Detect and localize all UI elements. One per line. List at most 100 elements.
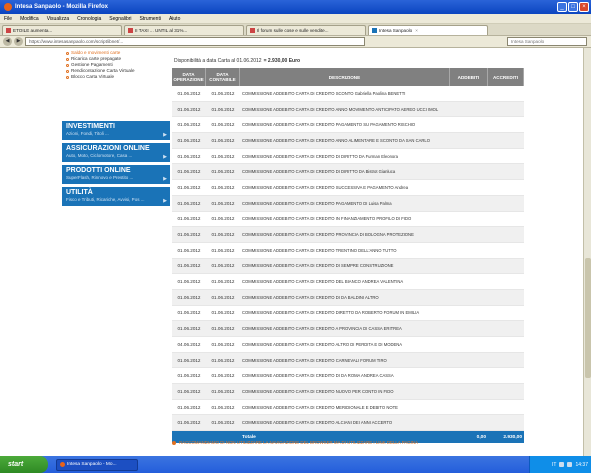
arrow-icon: ▶ xyxy=(163,176,167,182)
cell-accrediti xyxy=(488,196,524,211)
back-button[interactable]: ◀ xyxy=(3,37,12,46)
cell-accrediti xyxy=(488,306,524,321)
menu-tools[interactable]: Strumenti xyxy=(140,16,161,22)
close-button[interactable]: × xyxy=(579,2,589,12)
table-row: 01.06.2012 01.06.2012 COMMISSIONE ADDEBITO… xyxy=(172,368,524,385)
cell-addebiti xyxy=(450,384,488,399)
cell-addebiti xyxy=(450,368,488,383)
page-content: Saldo e movimenti carte Ricarica carte p… xyxy=(0,48,591,456)
table-row: 01.06.2012 01.06.2012 COMMISSIONE ADDEBITO… xyxy=(172,133,524,149)
tab-label: II TAXI ... UNTIL al 31%... xyxy=(135,27,188,33)
cell-addebiti xyxy=(450,117,488,132)
arrow-icon: ▶ xyxy=(163,132,167,138)
menu-box-title: ASSICURAZIONI ONLINE xyxy=(66,145,150,152)
network-icon[interactable] xyxy=(559,462,565,467)
cell-accrediti xyxy=(488,149,524,164)
bullet-icon xyxy=(66,75,69,79)
col-descrizione[interactable]: DESCRIZIONE xyxy=(240,68,450,86)
subnav-item[interactable]: Blocco Carta Virtuale xyxy=(66,74,166,80)
menu-box-subtitle: Auto, Moto, Ciclomotore, Casa ... xyxy=(66,153,133,158)
cell-data-operazione: 01.06.2012 xyxy=(177,279,201,285)
cell-accrediti xyxy=(488,164,524,179)
firefox-icon xyxy=(4,3,12,11)
cell-data-operazione: 01.06.2012 xyxy=(177,373,201,379)
close-tab-icon[interactable]: × xyxy=(415,28,418,33)
table-row: 04.06.2012 01.06.2012 COMMISSIONE ADDEBITO… xyxy=(172,337,524,353)
col-addebiti[interactable]: ADDEBITI xyxy=(450,68,488,86)
volume-icon[interactable] xyxy=(567,462,573,467)
cell-data-operazione: 01.06.2012 xyxy=(177,137,201,143)
cell-addebiti xyxy=(450,243,488,258)
cell-addebiti xyxy=(450,353,488,368)
cell-data-contabile: 01.06.2012 xyxy=(211,247,235,253)
taskbar-item-firefox[interactable]: Intesa Sanpaolo - Mo... xyxy=(56,458,138,471)
cell-accrediti xyxy=(488,86,524,101)
language-indicator[interactable]: IT xyxy=(552,462,556,468)
bullet-icon xyxy=(66,51,69,55)
menu-view[interactable]: Visualizza xyxy=(47,16,69,22)
balance-label: Disponibilità a data Carta al 01.06.2012 xyxy=(174,58,262,64)
tab-label: ETOILE aumenta... xyxy=(13,27,53,33)
cell-addebiti xyxy=(450,290,488,305)
cell-descrizione: COMMISSIONE ADDEBITO CARTA DI CREDITO PA… xyxy=(242,200,392,206)
table-row: 01.06.2012 01.06.2012 COMMISSIONE ADDEBITO… xyxy=(172,384,524,400)
col-data-contabile[interactable]: DATA CONTABILE xyxy=(206,68,240,86)
menu-edit[interactable]: Modifica xyxy=(20,16,39,22)
col-accrediti[interactable]: ACCREDITI xyxy=(488,68,524,86)
cell-addebiti xyxy=(450,274,488,289)
cell-addebiti xyxy=(450,180,488,195)
col-data-operazione[interactable]: DATA OPERAZIONE xyxy=(172,68,206,86)
table-row: 01.06.2012 01.06.2012 COMMISSIONE ADDEBITO… xyxy=(172,86,524,102)
cell-descrizione: COMMISSIONE ADDEBITO CARTA DI CREDITO AL… xyxy=(242,420,393,426)
address-bar[interactable]: https://www.intesasanpaolo.com/script/ib… xyxy=(25,37,365,46)
menu-box-title: UTILITÀ xyxy=(66,189,93,196)
cell-data-contabile: 01.06.2012 xyxy=(211,357,235,363)
tab-3[interactable]: Il forum sulle cose e sulle vendite... xyxy=(246,24,366,35)
table-row: 01.06.2012 01.06.2012 COMMISSIONE ADDEBITO… xyxy=(172,415,524,432)
cell-descrizione: COMMISSIONE ADDEBITO CARTA DI CREDITO PR… xyxy=(242,232,414,238)
cell-descrizione: COMMISSIONE ADDEBITO CARTA DI CREDITO PA… xyxy=(242,122,416,128)
movements-content: Disponibilità a data Carta al 01.06.2012… xyxy=(172,48,524,444)
cell-accrediti xyxy=(488,117,524,132)
start-button[interactable]: start xyxy=(0,456,48,473)
cell-data-contabile: 01.06.2012 xyxy=(211,388,235,394)
menu-box-subtitle: SuperFlash, Rinnovo e Prestito ... xyxy=(66,175,134,180)
cell-data-contabile: 01.06.2012 xyxy=(211,404,235,410)
table-row: 01.06.2012 01.06.2012 COMMISSIONE ADDEBITO… xyxy=(172,180,524,196)
scrollbar-thumb[interactable] xyxy=(585,258,591,378)
menu-box-title: INVESTIMENTI xyxy=(66,123,116,130)
cell-data-operazione: 01.06.2012 xyxy=(177,153,201,159)
tab-2[interactable]: II TAXI ... UNTIL al 31%... xyxy=(124,24,244,35)
table-body: 01.06.2012 01.06.2012 COMMISSIONE ADDEBITO… xyxy=(172,86,524,432)
balance-amount: = 2.930,00 Euro xyxy=(263,58,301,64)
table-row: 01.06.2012 01.06.2012 COMMISSIONE ADDEBITO… xyxy=(172,258,524,275)
tab-bar: ETOILE aumenta... II TAXI ... UNTIL al 3… xyxy=(0,24,591,36)
clock: 14:37 xyxy=(575,461,588,468)
menu-history[interactable]: Cronologia xyxy=(77,16,101,22)
menu-box-assicurazioni[interactable]: ASSICURAZIONI ONLINE Auto, Moto, Ciclomot… xyxy=(62,143,170,162)
cell-accrediti xyxy=(488,290,524,305)
cell-data-operazione: 01.06.2012 xyxy=(177,90,201,96)
arrow-icon: ▶ xyxy=(163,154,167,160)
tab-1[interactable]: ETOILE aumenta... xyxy=(2,24,122,35)
tab-4[interactable]: Intesa Sanpaolo × xyxy=(368,24,488,35)
card-subnav: Saldo e movimenti carte Ricarica carte p… xyxy=(62,48,170,82)
maximize-button[interactable]: □ xyxy=(568,2,578,12)
cell-data-operazione: 01.06.2012 xyxy=(177,232,201,238)
menu-help[interactable]: Aiuto xyxy=(169,16,180,22)
cell-accrediti xyxy=(488,212,524,227)
search-input[interactable]: Intesa Sanpaolo xyxy=(507,37,587,46)
cell-data-contabile: 01.06.2012 xyxy=(211,169,235,175)
cell-descrizione: COMMISSIONE ADDEBITO CARTA DI CREDITO TR… xyxy=(242,247,397,253)
vertical-scrollbar[interactable] xyxy=(583,48,591,456)
menu-bookmarks[interactable]: Segnalibri xyxy=(109,16,131,22)
menu-file[interactable]: File xyxy=(4,16,12,22)
window-titlebar: Intesa Sanpaolo - Mozilla Firefox _ □ × xyxy=(0,0,591,14)
cell-data-contabile: 01.06.2012 xyxy=(211,153,235,159)
menu-box-prodotti[interactable]: PRODOTTI ONLINE SuperFlash, Rinnovo e Pre… xyxy=(62,165,170,184)
menu-box-investimenti[interactable]: INVESTIMENTI Azioni, Fondi, Titoli ... ▶ xyxy=(62,121,170,140)
cell-accrediti xyxy=(488,133,524,148)
forward-button[interactable]: ▶ xyxy=(14,37,23,46)
minimize-button[interactable]: _ xyxy=(557,2,567,12)
menu-box-utilita[interactable]: UTILITÀ Fisco e Tributi, Ricariche, Avvis… xyxy=(62,187,170,206)
